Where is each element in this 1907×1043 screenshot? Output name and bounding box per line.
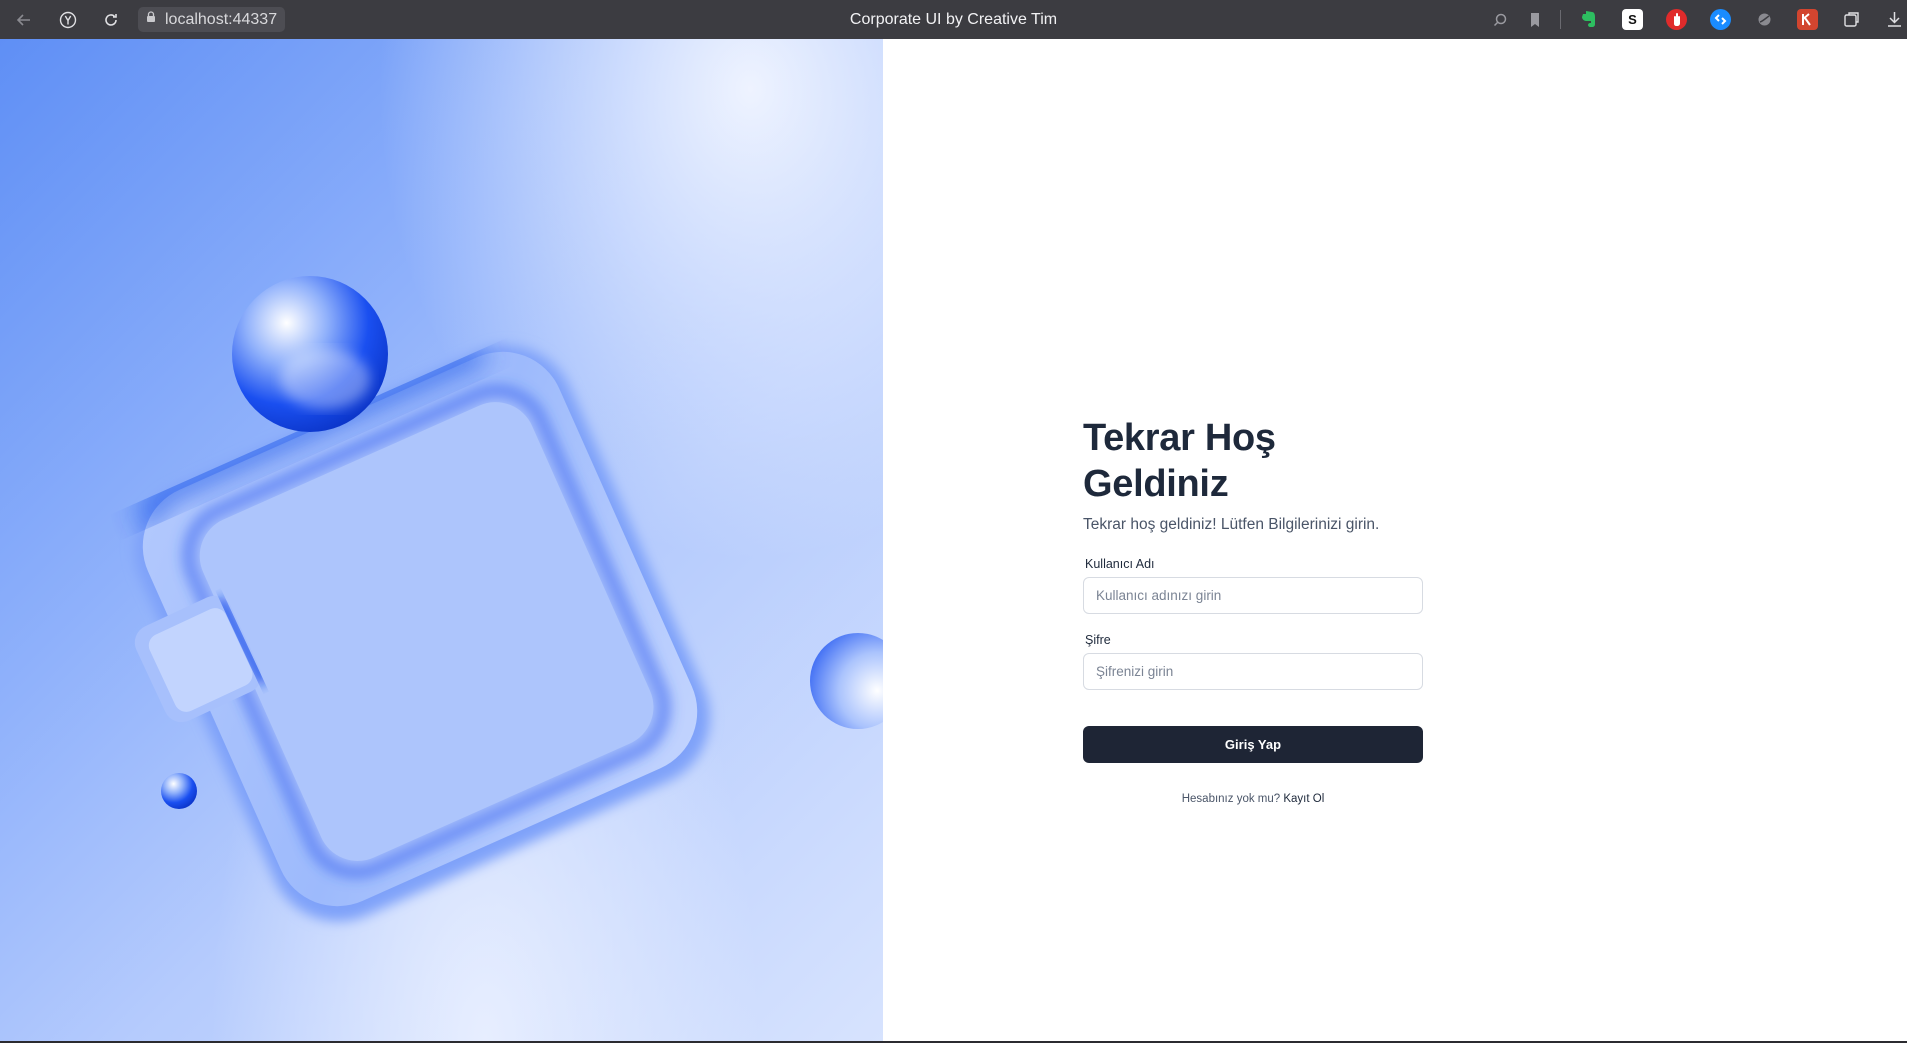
- hand-extension-icon[interactable]: [1666, 9, 1687, 30]
- signup-prompt: Hesabınız yok mu?: [1181, 793, 1284, 805]
- address-bar[interactable]: localhost:44337: [138, 7, 286, 32]
- username-input[interactable]: [1083, 577, 1423, 614]
- signup-link[interactable]: Kayıt Ol: [1283, 793, 1324, 805]
- k-extension-icon[interactable]: [1797, 9, 1818, 30]
- login-subtitle: Tekrar hoş geldiniz! Lütfen Bilgileriniz…: [1083, 516, 1380, 533]
- shazam-icon[interactable]: [1710, 9, 1731, 30]
- collections-icon[interactable]: [1841, 9, 1862, 30]
- back-icon[interactable]: [12, 8, 36, 32]
- search-icon[interactable]: [1488, 8, 1512, 32]
- login-heading: Tekrar Hoş Geldiniz: [1083, 417, 1276, 505]
- password-input[interactable]: [1083, 653, 1423, 690]
- abstract-3d-shapes-image: [134, 276, 883, 922]
- login-button[interactable]: Giriş Yap: [1083, 726, 1423, 763]
- yandex-icon[interactable]: [56, 8, 80, 32]
- signup-line: Hesabınız yok mu? Kayıt Ol: [1083, 793, 1423, 805]
- extension-icon[interactable]: [1754, 9, 1775, 30]
- browser-toolbar: localhost:44337 Corporate UI by Creative…: [0, 0, 1907, 39]
- login-form: Tekrar Hoş Geldiniz Tekrar hoş geldiniz!…: [1083, 415, 1423, 805]
- lock-icon: [144, 10, 158, 29]
- hero-illustration: [0, 39, 883, 1041]
- password-label: Şifre: [1085, 633, 1111, 647]
- url-text: localhost:44337: [165, 10, 278, 28]
- toolbar-divider: [1560, 10, 1561, 29]
- reload-icon[interactable]: [99, 8, 123, 32]
- evernote-icon[interactable]: [1578, 9, 1599, 30]
- page-title: Corporate UI by Creative Tim: [849, 11, 1058, 28]
- download-icon[interactable]: [1884, 9, 1905, 30]
- s-extension-icon[interactable]: S: [1622, 9, 1643, 30]
- bookmark-icon[interactable]: [1523, 8, 1547, 32]
- login-panel: Tekrar Hoş Geldiniz Tekrar hoş geldiniz!…: [883, 39, 1907, 1041]
- username-label: Kullanıcı Adı: [1085, 557, 1155, 571]
